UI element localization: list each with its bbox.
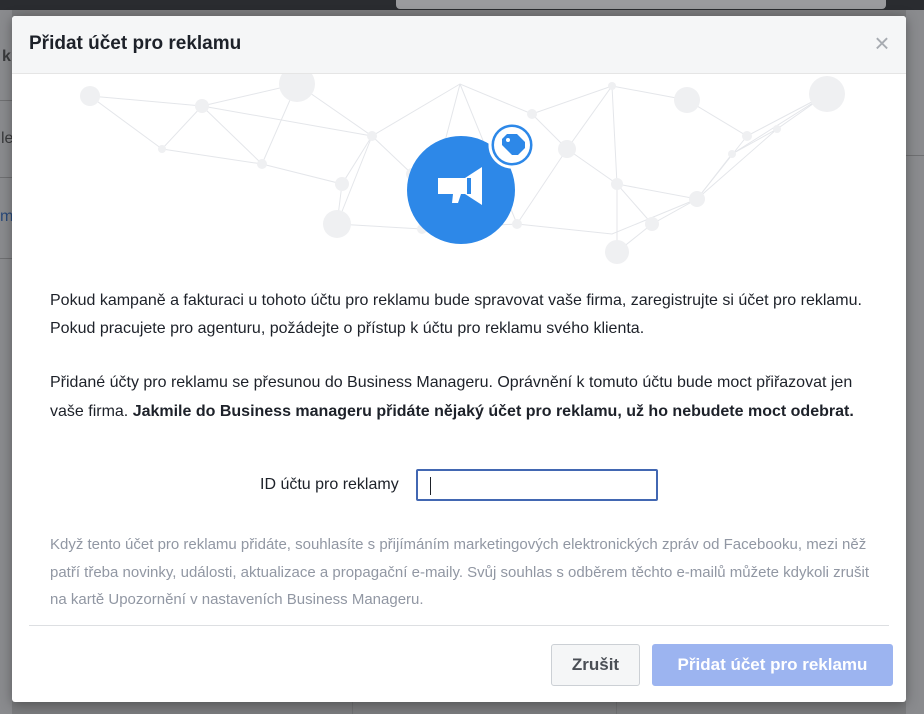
background-divider — [616, 702, 617, 714]
background-divider — [0, 100, 12, 101]
cancel-button[interactable]: Zrušit — [551, 644, 640, 686]
dialog-header: Přidat účet pro reklamu × — [12, 16, 906, 74]
tag-icon — [488, 121, 536, 169]
background-right-panel — [906, 10, 924, 714]
warning-paragraph-bold: Jakmile do Business manageru přidáte něj… — [132, 403, 854, 420]
dialog-title: Přidat účet pro reklamu — [29, 33, 242, 54]
close-icon[interactable]: × — [872, 30, 892, 56]
background-left-panel — [0, 10, 12, 714]
warning-paragraph: Přidané účty pro reklamu se přesunou do … — [50, 368, 870, 426]
description-paragraph: Pokud kampaně a fakturaci u tohoto účtu … — [50, 292, 862, 337]
ad-account-id-label: ID účtu pro reklamy — [260, 476, 399, 493]
ad-account-id-row: ID účtu pro reklamy — [12, 468, 906, 504]
network-illustration — [80, 74, 845, 264]
background-divider — [906, 155, 924, 156]
background-search-bar — [396, 0, 886, 9]
text-cursor — [430, 477, 431, 495]
add-ad-account-button[interactable]: Přidat účet pro reklamu — [652, 644, 893, 686]
background-text-fragment: k — [2, 48, 11, 65]
background-divider — [0, 258, 12, 259]
add-ad-account-dialog: Přidat účet pro reklamu × Pokud kampaně … — [12, 16, 906, 702]
ad-account-id-input[interactable] — [416, 469, 658, 501]
legal-consent-text: Když tento účet pro reklamu přidáte, sou… — [50, 536, 870, 608]
footer-divider — [29, 625, 889, 626]
background-divider — [352, 702, 353, 714]
background-divider — [0, 177, 12, 178]
